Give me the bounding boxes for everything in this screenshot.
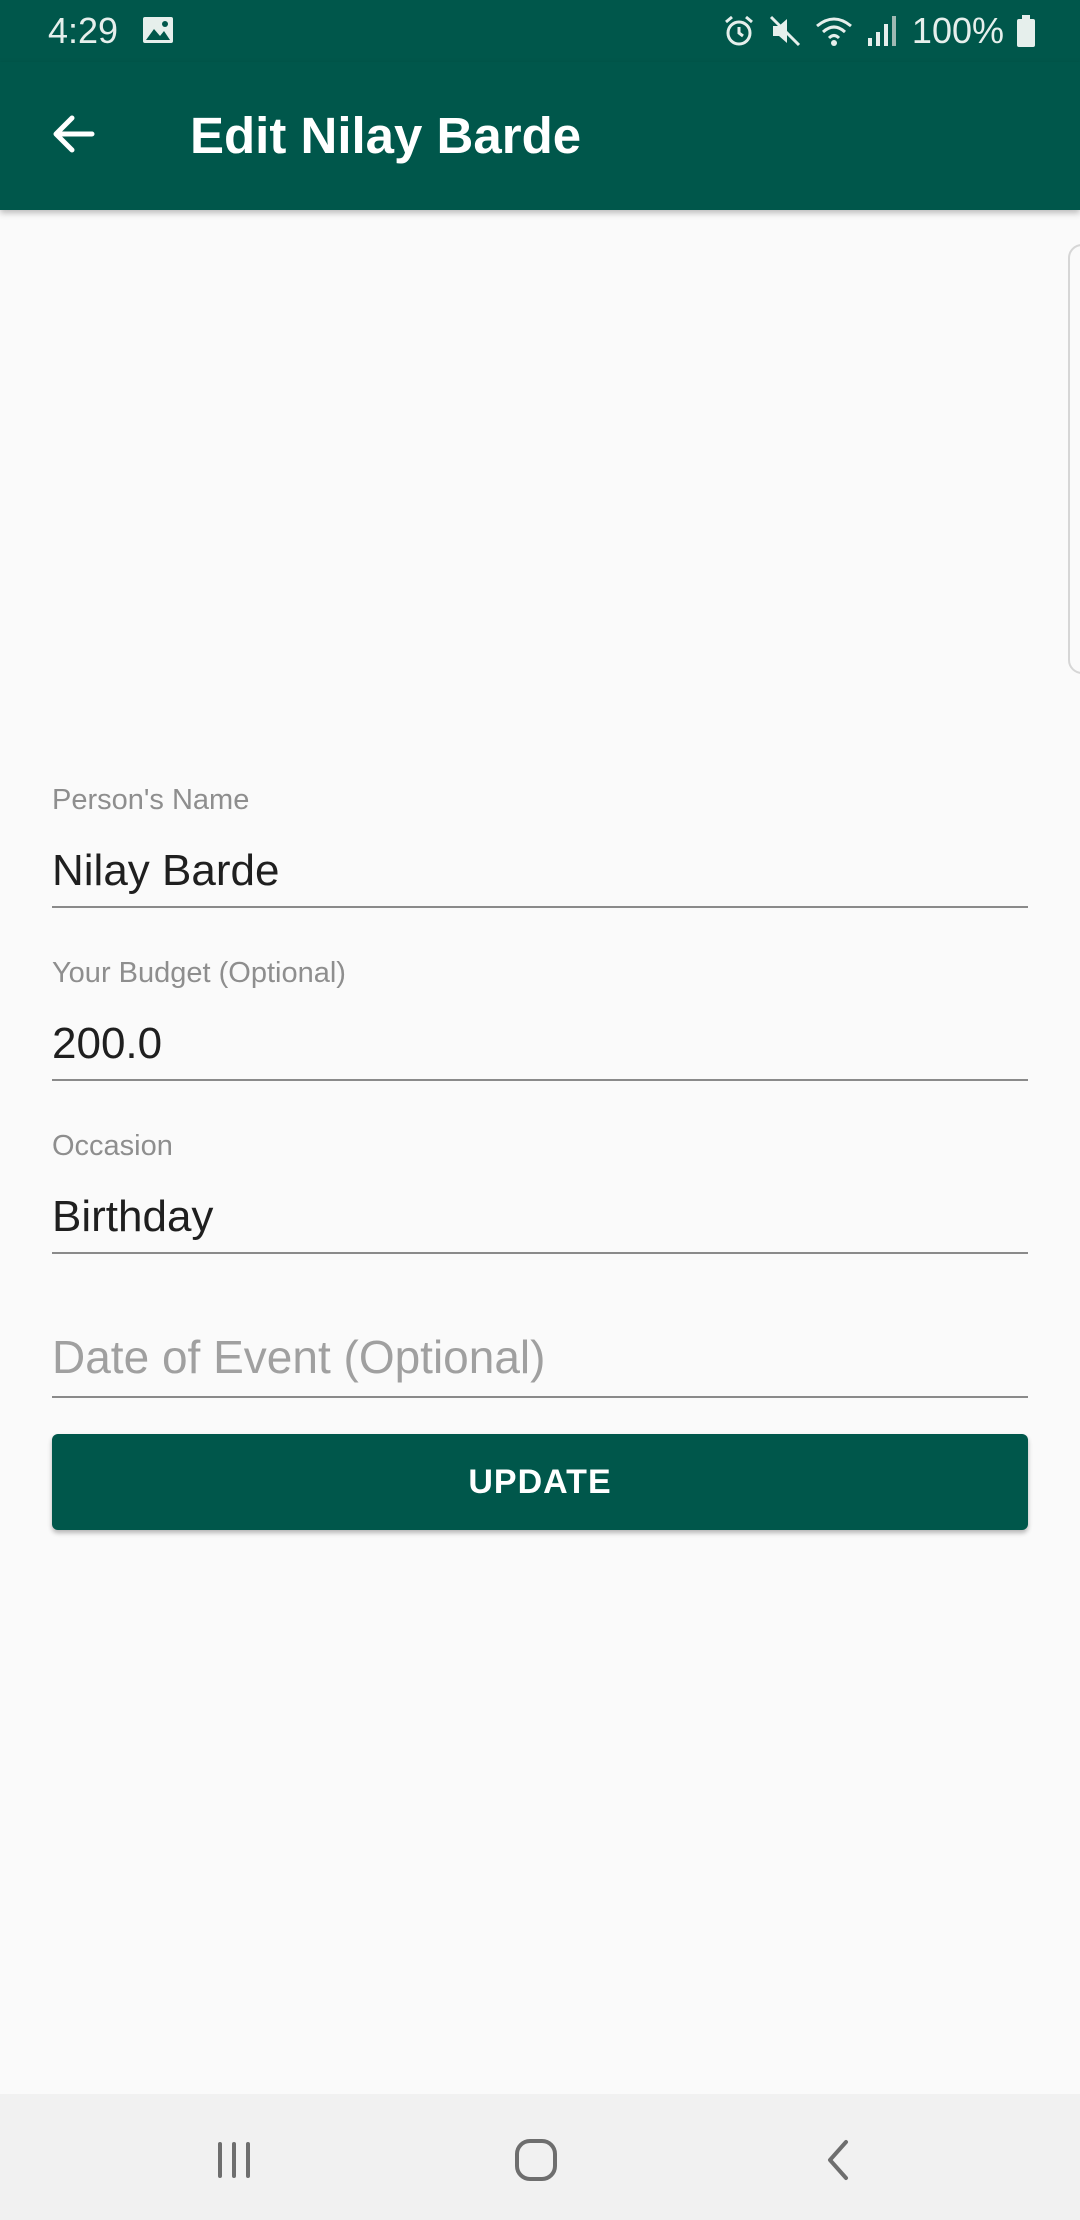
mute-icon — [769, 15, 800, 47]
status-icons: 100% — [722, 10, 1036, 52]
status-bar: 4:29 100% — [0, 0, 1080, 62]
update-button[interactable]: UPDATE — [52, 1434, 1028, 1530]
wifi-icon — [815, 17, 852, 46]
budget-input[interactable]: 200.0 — [52, 1019, 162, 1069]
occasion-underline — [52, 1252, 1028, 1254]
home-icon[interactable] — [506, 2130, 566, 2190]
navigation-bar — [0, 2094, 1080, 2220]
name-input[interactable]: Nilay Barde — [52, 846, 279, 896]
date-field[interactable]: Date of Event (Optional) — [52, 1330, 1028, 1402]
arrow-left-icon[interactable] — [44, 104, 104, 164]
back-icon[interactable] — [810, 2130, 870, 2190]
name-underline — [52, 906, 1028, 908]
page-title: Edit Nilay Barde — [190, 107, 582, 164]
gallery-icon — [143, 17, 173, 43]
name-label: Person's Name — [52, 784, 250, 816]
app-bar: Edit Nilay Barde — [0, 62, 1080, 210]
name-field[interactable]: Person's Name Nilay Barde — [52, 784, 1028, 910]
occasion-label: Occasion — [52, 1130, 173, 1162]
occasion-input[interactable]: Birthday — [52, 1192, 213, 1242]
occasion-field[interactable]: Occasion Birthday — [52, 1130, 1028, 1256]
date-underline — [52, 1396, 1028, 1398]
budget-underline — [52, 1079, 1028, 1081]
image-placeholder[interactable] — [1068, 244, 1080, 674]
date-input[interactable]: Date of Event (Optional) — [52, 1330, 545, 1384]
battery-icon — [1017, 15, 1035, 47]
recent-apps-icon[interactable] — [204, 2130, 264, 2190]
alarm-icon — [724, 15, 753, 46]
signal-icon — [867, 16, 896, 46]
budget-label: Your Budget (Optional) — [52, 957, 346, 989]
status-time: 4:29 — [48, 10, 119, 51]
budget-field[interactable]: Your Budget (Optional) 200.0 — [52, 957, 1028, 1083]
battery-percentage: 100% — [911, 10, 1004, 51]
